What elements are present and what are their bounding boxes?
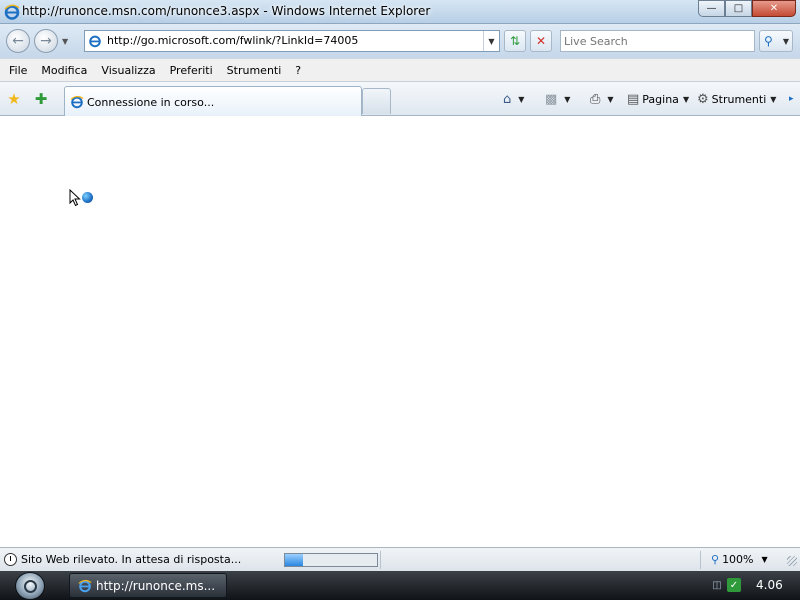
windows-logo-icon — [24, 580, 37, 593]
search-options-dropdown-icon[interactable]: ▼ — [783, 37, 789, 46]
tools-menu-button[interactable]: ⚙ Strumenti ▼ — [697, 90, 776, 108]
taskbar: http://runonce.ms... ◫ ✓ 4.06 — [0, 571, 800, 600]
tab-label: Connessione in corso... — [87, 96, 215, 109]
menu-file[interactable]: File — [2, 64, 34, 77]
search-icon: ⚲ — [764, 34, 773, 48]
status-bar: Sito Web rilevato. In attesa di risposta… — [0, 547, 800, 571]
refresh-icon: ⇅ — [509, 34, 521, 48]
busy-globe-icon — [82, 192, 93, 203]
more-commands-chevron-icon[interactable]: ▸ — [789, 90, 794, 108]
system-tray: ◫ ✓ — [710, 576, 750, 594]
menu-edit[interactable]: Modifica — [34, 64, 94, 77]
star-icon: ★ — [7, 90, 21, 108]
status-text: Sito Web rilevato. In attesa di risposta… — [21, 553, 242, 566]
menu-help[interactable]: ? — [288, 64, 308, 77]
window-controls: — □ ✕ — [698, 0, 796, 17]
home-icon: ⌂ — [503, 91, 512, 107]
internet-explorer-icon — [4, 4, 20, 20]
taskbar-clock[interactable]: 4.06 — [756, 578, 783, 592]
back-button[interactable]: ← — [6, 29, 30, 53]
tab-active[interactable]: Connessione in corso... — [64, 86, 362, 116]
progress-bar — [284, 553, 378, 567]
recent-pages-dropdown-icon[interactable]: ▼ — [62, 37, 68, 46]
home-dropdown-icon[interactable]: ▼ — [518, 95, 524, 104]
stop-icon: ✕ — [535, 34, 547, 48]
taskbar-window-label: http://runonce.ms... — [96, 578, 216, 593]
search-input[interactable] — [561, 31, 754, 51]
page-icon: ▤ — [627, 91, 640, 107]
close-button[interactable]: ✕ — [752, 0, 796, 17]
status-divider — [700, 551, 701, 569]
zoom-dropdown-icon[interactable]: ▼ — [762, 555, 768, 564]
menu-view[interactable]: Visualizza — [94, 64, 162, 77]
menu-bar: File Modifica Visualizza Preferiti Strum… — [0, 58, 800, 82]
status-divider — [380, 551, 381, 569]
page-dropdown-icon: ▼ — [682, 94, 690, 104]
address-bar[interactable]: http://go.microsoft.com/fwlink/?LinkId=7… — [84, 30, 500, 52]
resize-grip[interactable] — [787, 556, 797, 566]
tab-bar: ★ ✚ Connessione in corso... ⌂ ▼ ▩ ▼ ⎙ ▼ … — [0, 82, 800, 116]
progress-fill — [285, 554, 304, 566]
new-tab-button[interactable] — [362, 88, 391, 114]
search-button[interactable]: ⚲ ▼ — [759, 30, 793, 52]
zoom-magnifier-icon: ⚲ — [711, 553, 720, 566]
print-dropdown-icon[interactable]: ▼ — [607, 95, 613, 104]
page-icon — [89, 35, 101, 48]
add-favorites-button[interactable]: ✚ — [31, 89, 51, 109]
printer-icon: ⎙ — [590, 91, 601, 107]
home-button[interactable]: ⌂ ▼ — [503, 90, 524, 108]
address-url[interactable]: http://go.microsoft.com/fwlink/?LinkId=7… — [107, 34, 358, 47]
stop-button[interactable]: ✕ — [530, 30, 552, 52]
forward-arrow-icon: → — [40, 33, 52, 49]
print-button[interactable]: ⎙ ▼ — [590, 90, 614, 108]
gear-icon: ⚙ — [697, 91, 709, 107]
add-favorite-icon: ✚ — [34, 90, 48, 108]
window-title: http://runonce.msn.com/runonce3.aspx - W… — [22, 4, 431, 18]
page-content[interactable] — [0, 117, 800, 547]
feeds-button[interactable]: ▩ ▼ — [545, 90, 570, 108]
title-bar: http://runonce.msn.com/runonce3.aspx - W… — [0, 0, 800, 24]
menu-tools[interactable]: Strumenti — [220, 64, 289, 77]
clock-icon — [4, 553, 17, 566]
network-icon[interactable]: ◫ — [710, 578, 724, 592]
forward-button[interactable]: → — [34, 29, 58, 53]
rss-feed-icon: ▩ — [545, 91, 558, 107]
tools-menu-label: Strumenti — [711, 92, 767, 106]
minimize-button[interactable]: — — [698, 0, 725, 17]
taskbar-ie-icon — [78, 579, 92, 592]
taskbar-ie-window[interactable]: http://runonce.ms... — [69, 573, 227, 598]
page-menu-label: Pagina — [642, 92, 679, 106]
tab-ie-icon — [70, 95, 84, 109]
zoom-level: 100% — [722, 553, 754, 566]
menu-favorites[interactable]: Preferiti — [163, 64, 220, 77]
start-button[interactable] — [15, 572, 45, 600]
favorites-center-button[interactable]: ★ — [4, 89, 24, 109]
refresh-button[interactable]: ⇅ — [504, 30, 526, 52]
navigation-bar: ← → ▼ http://go.microsoft.com/fwlink/?Li… — [0, 24, 800, 58]
page-menu-button[interactable]: ▤ Pagina ▼ — [627, 90, 689, 108]
feeds-dropdown-icon[interactable]: ▼ — [564, 95, 570, 104]
mouse-cursor-icon — [69, 189, 81, 207]
tools-dropdown-icon: ▼ — [770, 94, 777, 104]
search-box[interactable] — [560, 30, 755, 52]
address-dropdown-icon[interactable]: ▼ — [483, 31, 499, 51]
security-center-icon[interactable]: ✓ — [727, 578, 741, 592]
zoom-control[interactable]: ⚲ 100% ▼ — [711, 553, 768, 566]
back-arrow-icon: ← — [12, 33, 24, 49]
maximize-button[interactable]: □ — [725, 0, 752, 17]
